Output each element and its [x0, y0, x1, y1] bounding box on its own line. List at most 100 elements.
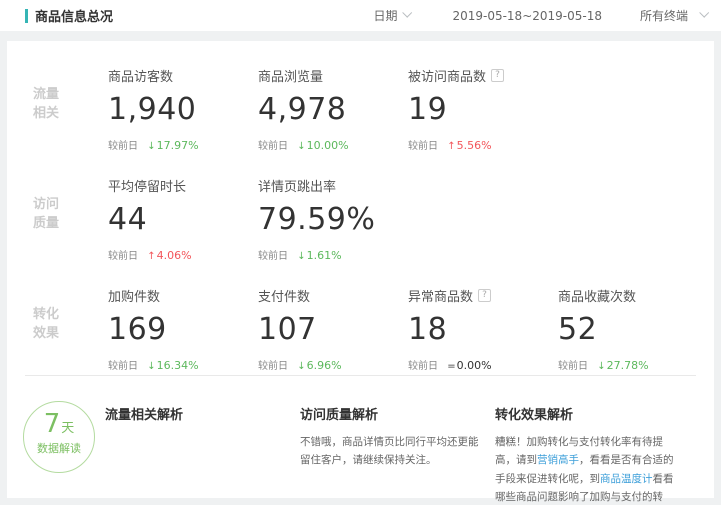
- trend-arrow-icon: ↓: [297, 141, 305, 152]
- metric-product-pageviews: 商品浏览量 4,978 较前日 ↓10.00%: [258, 62, 408, 170]
- metric-product-visitors: 商品访客数 1,940 较前日 ↓17.97%: [108, 62, 258, 170]
- change-pct: 27.78%: [607, 359, 649, 372]
- badge-unit: 天: [61, 421, 74, 436]
- metric-label: 商品访客数: [108, 66, 173, 85]
- metric-visited-products: 被访问商品数 ? 19 较前日 ↑5.56%: [408, 62, 558, 170]
- change-pct: 1.61%: [307, 249, 342, 262]
- help-icon[interactable]: ?: [491, 69, 504, 82]
- compare-label: 较前日: [558, 361, 588, 372]
- product-thermometer-link[interactable]: 商品温度计: [600, 473, 653, 485]
- metric-compare: 较前日 =0.00%: [408, 357, 558, 372]
- accent-bar: [25, 9, 28, 23]
- change-value: ↓16.34%: [147, 359, 198, 372]
- metric-compare: 较前日 ↓17.97%: [108, 137, 258, 152]
- metric-value: 44: [108, 202, 258, 237]
- metric-label: 异常商品数: [408, 286, 473, 305]
- divider: [25, 375, 696, 376]
- quality-metrics-row: 访问质量 平均停留时长 44 较前日 ↑4.06% 详情页跳出率 79.59% …: [7, 172, 714, 280]
- metric-value: 79.59%: [258, 202, 408, 237]
- header-bar: 商品信息总况 日期 2019-05-18~2019-05-18 所有终端: [0, 0, 721, 31]
- date-type-dropdown[interactable]: 日期: [373, 7, 410, 24]
- metric-value: 169: [108, 312, 258, 347]
- trend-arrow-icon: ↓: [297, 251, 305, 262]
- change-value: ↓10.00%: [297, 139, 348, 152]
- metric-value: 107: [258, 312, 408, 347]
- trend-arrow-icon: ↓: [297, 361, 305, 372]
- metric-product-favorites: 商品收藏次数 52 较前日 ↓27.78%: [558, 282, 708, 390]
- trend-arrow-icon: ↓: [147, 141, 155, 152]
- metric-value: 1,940: [108, 92, 258, 127]
- traffic-metrics-row: 流量相关 商品访客数 1,940 较前日 ↓17.97% 商品浏览量 4,978…: [7, 62, 714, 170]
- metric-label: 被访问商品数: [408, 66, 486, 85]
- compare-label: 较前日: [258, 251, 288, 262]
- traffic-metrics: 商品访客数 1,940 较前日 ↓17.97% 商品浏览量 4,978 较前日 …: [108, 62, 558, 170]
- compare-label: 较前日: [258, 141, 288, 152]
- insight-conversion-column: 转化效果解析 糟糕！加购转化与支付转化率有待提高，请到营销高手，看看是否有合适的…: [495, 393, 690, 505]
- chevron-down-icon: [403, 8, 413, 18]
- change-value: ↓6.96%: [297, 359, 341, 372]
- compare-label: 较前日: [408, 141, 438, 152]
- metric-compare: 较前日 ↓10.00%: [258, 137, 408, 152]
- change-value: ↓27.78%: [597, 359, 648, 372]
- terminal-label: 所有终端: [640, 7, 688, 24]
- metric-label: 商品收藏次数: [558, 286, 636, 305]
- insight-body: 糟糕！加购转化与支付转化率有待提高，请到营销高手，看看是否有合适的手段来促进转化…: [495, 433, 682, 505]
- insight-quality-column: 访问质量解析 不错哦，商品详情页比同行平均还更能留住客户，请继续保持关注。: [300, 393, 495, 505]
- metric-value: 52: [558, 312, 708, 347]
- change-value: ↓17.97%: [147, 139, 198, 152]
- badge-caption: 数据解读: [24, 440, 94, 456]
- metric-paid-items: 支付件数 107 较前日 ↓6.96%: [258, 282, 408, 390]
- metric-compare: 较前日 ↓6.96%: [258, 357, 408, 372]
- metric-compare: 较前日 ↑5.56%: [408, 137, 558, 152]
- metric-avg-stay-time: 平均停留时长 44 较前日 ↑4.06%: [108, 172, 258, 280]
- change-pct: 0.00%: [457, 359, 492, 372]
- change-value: ↑4.06%: [147, 249, 191, 262]
- metric-compare: 较前日 ↓1.61%: [258, 247, 408, 262]
- metric-label: 商品浏览量: [258, 66, 323, 85]
- compare-label: 较前日: [108, 251, 138, 262]
- date-type-label: 日期: [373, 7, 397, 24]
- chevron-down-icon: [699, 8, 709, 18]
- badge-number: 7: [44, 409, 61, 439]
- metric-label: 详情页跳出率: [258, 176, 336, 195]
- metric-compare: 较前日 ↓16.34%: [108, 357, 258, 372]
- group-label-quality: 访问质量: [33, 196, 63, 280]
- change-value: ↓1.61%: [297, 249, 341, 262]
- trend-arrow-icon: ↑: [447, 141, 455, 152]
- marketing-master-link[interactable]: 营销高手: [537, 454, 579, 466]
- conversion-metrics-row: 转化效果 加购件数 169 较前日 ↓16.34% 支付件数 107 较前日 ↓…: [7, 282, 714, 390]
- group-label-traffic: 流量相关: [33, 86, 63, 170]
- metric-detail-bounce-rate: 详情页跳出率 79.59% 较前日 ↓1.61%: [258, 172, 408, 280]
- insights-section: 7天 数据解读 流量相关解析 访问质量解析 不错哦，商品详情页比同行平均还更能留…: [7, 393, 714, 505]
- trend-arrow-icon: =: [447, 361, 455, 372]
- page-title: 商品信息总况: [35, 6, 113, 25]
- trend-arrow-icon: ↑: [147, 251, 155, 262]
- compare-label: 较前日: [108, 141, 138, 152]
- conversion-metrics: 加购件数 169 较前日 ↓16.34% 支付件数 107 较前日 ↓6.96%: [108, 282, 708, 390]
- change-pct: 16.34%: [157, 359, 199, 372]
- insight-title: 访问质量解析: [300, 404, 487, 423]
- metric-abnormal-products: 异常商品数 ? 18 较前日 =0.00%: [408, 282, 558, 390]
- date-range-picker[interactable]: 2019-05-18~2019-05-18: [452, 9, 602, 23]
- metric-label: 支付件数: [258, 286, 310, 305]
- quality-metrics: 平均停留时长 44 较前日 ↑4.06% 详情页跳出率 79.59% 较前日 ↓…: [108, 172, 408, 280]
- compare-label: 较前日: [258, 361, 288, 372]
- insight-title: 转化效果解析: [495, 404, 682, 423]
- seven-day-insight-badge: 7天 数据解读: [23, 401, 95, 473]
- metric-compare: 较前日 ↓27.78%: [558, 357, 708, 372]
- change-pct: 6.96%: [307, 359, 342, 372]
- compare-label: 较前日: [408, 361, 438, 372]
- change-value: ↑5.56%: [447, 139, 491, 152]
- insight-body: 不错哦，商品详情页比同行平均还更能留住客户，请继续保持关注。: [300, 433, 487, 470]
- trend-arrow-icon: ↓: [147, 361, 155, 372]
- insight-title: 流量相关解析: [105, 404, 292, 423]
- trend-arrow-icon: ↓: [597, 361, 605, 372]
- terminal-dropdown[interactable]: 所有终端: [640, 7, 707, 24]
- metric-label: 平均停留时长: [108, 176, 186, 195]
- metric-label: 加购件数: [108, 286, 160, 305]
- metric-value: 19: [408, 92, 558, 127]
- change-value: =0.00%: [447, 359, 491, 372]
- change-pct: 5.56%: [457, 139, 492, 152]
- help-icon[interactable]: ?: [478, 289, 491, 302]
- metrics-card: 流量相关 商品访客数 1,940 较前日 ↓17.97% 商品浏览量 4,978…: [7, 41, 714, 498]
